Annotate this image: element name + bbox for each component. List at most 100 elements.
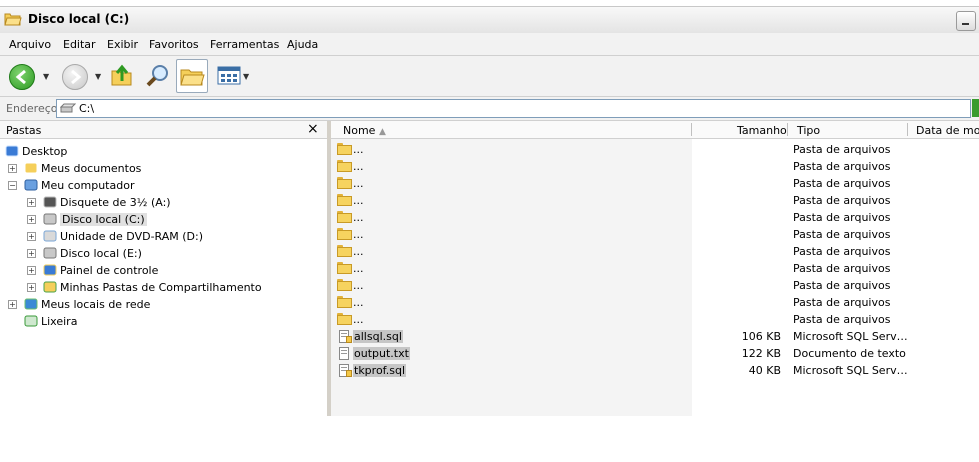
- tree-item[interactable]: + Meus locais de rede: [0, 296, 327, 313]
- back-button[interactable]: [9, 64, 35, 90]
- address-bar: Endereço C:\ ▼: [0, 97, 979, 121]
- file-row[interactable]: ... Pasta de arquivos: [331, 294, 979, 311]
- forward-button[interactable]: [62, 64, 88, 90]
- minimize-button[interactable]: [956, 11, 976, 31]
- file-type: Pasta de arquivos: [793, 296, 891, 309]
- file-name: ...: [353, 296, 364, 309]
- file-type: Pasta de arquivos: [793, 211, 891, 224]
- expand-icon[interactable]: +: [27, 249, 36, 258]
- folder-icon: [337, 313, 352, 326]
- hard-disk-icon: [43, 247, 57, 259]
- my-computer-icon: [24, 179, 38, 191]
- column-header-name[interactable]: Nome ▲: [343, 124, 386, 137]
- views-icon[interactable]: [217, 66, 241, 86]
- file-list-pane: Nome ▲ Tamanho Tipo Data de modi ... Past…: [331, 121, 979, 462]
- file-type: Documento de texto: [793, 347, 906, 360]
- tree-item[interactable]: + Unidade de DVD-RAM (D:): [0, 228, 327, 245]
- expand-icon[interactable]: +: [27, 283, 36, 292]
- folders-toggle-button[interactable]: [176, 59, 208, 93]
- file-row[interactable]: ... Pasta de arquivos: [331, 277, 979, 294]
- file-size: 40 KB: [748, 364, 781, 377]
- tree-item-label: Unidade de DVD-RAM (D:): [60, 230, 204, 243]
- file-name: output.txt: [353, 347, 410, 360]
- expand-icon[interactable]: +: [27, 215, 36, 224]
- file-row[interactable]: ... Pasta de arquivos: [331, 209, 979, 226]
- file-row[interactable]: ... Pasta de arquivos: [331, 141, 979, 158]
- expand-icon[interactable]: +: [8, 300, 17, 309]
- collapse-icon[interactable]: −: [8, 181, 17, 190]
- dvd-icon: [43, 230, 57, 242]
- file-row[interactable]: ... Pasta de arquivos: [331, 226, 979, 243]
- sql-file-icon: [337, 364, 352, 377]
- tree-item-label: Disquete de 3½ (A:): [60, 196, 171, 209]
- column-divider[interactable]: [787, 123, 788, 136]
- folder-icon: [337, 177, 352, 190]
- column-header-date[interactable]: Data de modi: [916, 124, 979, 137]
- back-dropdown-icon[interactable]: ▼: [43, 72, 49, 81]
- file-row[interactable]: ... Pasta de arquivos: [331, 158, 979, 175]
- control-panel-icon: [43, 264, 57, 276]
- menu-editar[interactable]: Editar: [63, 38, 96, 51]
- tree-item[interactable]: + Disquete de 3½ (A:): [0, 194, 327, 211]
- file-type: Microsoft SQL Serv…: [793, 364, 908, 377]
- expand-icon[interactable]: +: [27, 266, 36, 275]
- tree-item[interactable]: Desktop: [0, 143, 327, 160]
- text-file-icon: [337, 347, 352, 360]
- go-button[interactable]: [972, 99, 979, 117]
- folder-icon: [337, 194, 352, 207]
- expand-icon[interactable]: +: [27, 232, 36, 241]
- address-input[interactable]: C:\ ▼: [56, 99, 971, 118]
- tree-item[interactable]: − Meu computador: [0, 177, 327, 194]
- address-label: Endereço: [6, 102, 58, 115]
- tree-item[interactable]: + Minhas Pastas de Compartilhamento: [0, 279, 327, 296]
- close-icon[interactable]: ×: [307, 121, 319, 137]
- expand-icon[interactable]: +: [27, 198, 36, 207]
- tree-item[interactable]: Lixeira: [0, 313, 327, 330]
- file-row[interactable]: ... Pasta de arquivos: [331, 260, 979, 277]
- file-name: ...: [353, 211, 364, 224]
- menu-ajuda[interactable]: Ajuda: [287, 38, 318, 51]
- file-row[interactable]: tkprof.sql 40 KB Microsoft SQL Serv…: [331, 362, 979, 379]
- file-row[interactable]: ... Pasta de arquivos: [331, 175, 979, 192]
- tree-item-label: Painel de controle: [60, 264, 159, 277]
- file-row[interactable]: output.txt 122 KB Documento de texto: [331, 345, 979, 362]
- up-folder-icon[interactable]: [110, 63, 134, 89]
- menu-ferramentas[interactable]: Ferramentas: [210, 38, 279, 51]
- file-name: ...: [353, 313, 364, 326]
- column-header-type[interactable]: Tipo: [797, 124, 820, 137]
- file-row[interactable]: allsql.sql 106 KB Microsoft SQL Serv…: [331, 328, 979, 345]
- tree-item[interactable]: + Meus documentos: [0, 160, 327, 177]
- file-row[interactable]: ... Pasta de arquivos: [331, 192, 979, 209]
- menu-bar: Arquivo Editar Exibir Favoritos Ferramen…: [0, 33, 979, 56]
- folders-pane: Pastas × Desktop + Meus documentos − Meu com…: [0, 121, 327, 462]
- network-places-icon: [24, 298, 38, 310]
- file-row[interactable]: ... Pasta de arquivos: [331, 243, 979, 260]
- file-type: Pasta de arquivos: [793, 279, 891, 292]
- search-icon[interactable]: [145, 63, 171, 89]
- column-divider[interactable]: [691, 123, 692, 136]
- hard-disk-icon: [60, 103, 76, 113]
- menu-exibir[interactable]: Exibir: [107, 38, 138, 51]
- folder-icon: [337, 211, 352, 224]
- tree-item[interactable]: + Painel de controle: [0, 262, 327, 279]
- tree-item[interactable]: + Disco local (E:): [0, 245, 327, 262]
- file-name: ...: [353, 279, 364, 292]
- forward-dropdown-icon[interactable]: ▼: [95, 72, 101, 81]
- shared-folders-icon: [43, 281, 57, 293]
- column-header-size[interactable]: Tamanho: [737, 124, 787, 137]
- file-type: Pasta de arquivos: [793, 194, 891, 207]
- tree-item[interactable]: + Disco local (C:): [0, 211, 327, 228]
- file-row[interactable]: ... Pasta de arquivos: [331, 311, 979, 328]
- file-size: 106 KB: [741, 330, 781, 343]
- desktop-icon: [5, 145, 19, 157]
- column-divider[interactable]: [907, 123, 908, 136]
- folders-pane-header: Pastas ×: [0, 121, 327, 139]
- expand-icon[interactable]: +: [8, 164, 17, 173]
- menu-favoritos[interactable]: Favoritos: [149, 38, 199, 51]
- tree-item-label: Lixeira: [41, 315, 78, 328]
- my-documents-icon: [24, 162, 38, 174]
- views-dropdown-icon[interactable]: ▼: [243, 72, 249, 81]
- tree-item-label: Desktop: [22, 145, 68, 158]
- menu-arquivo[interactable]: Arquivo: [9, 38, 51, 51]
- file-type: Pasta de arquivos: [793, 228, 891, 241]
